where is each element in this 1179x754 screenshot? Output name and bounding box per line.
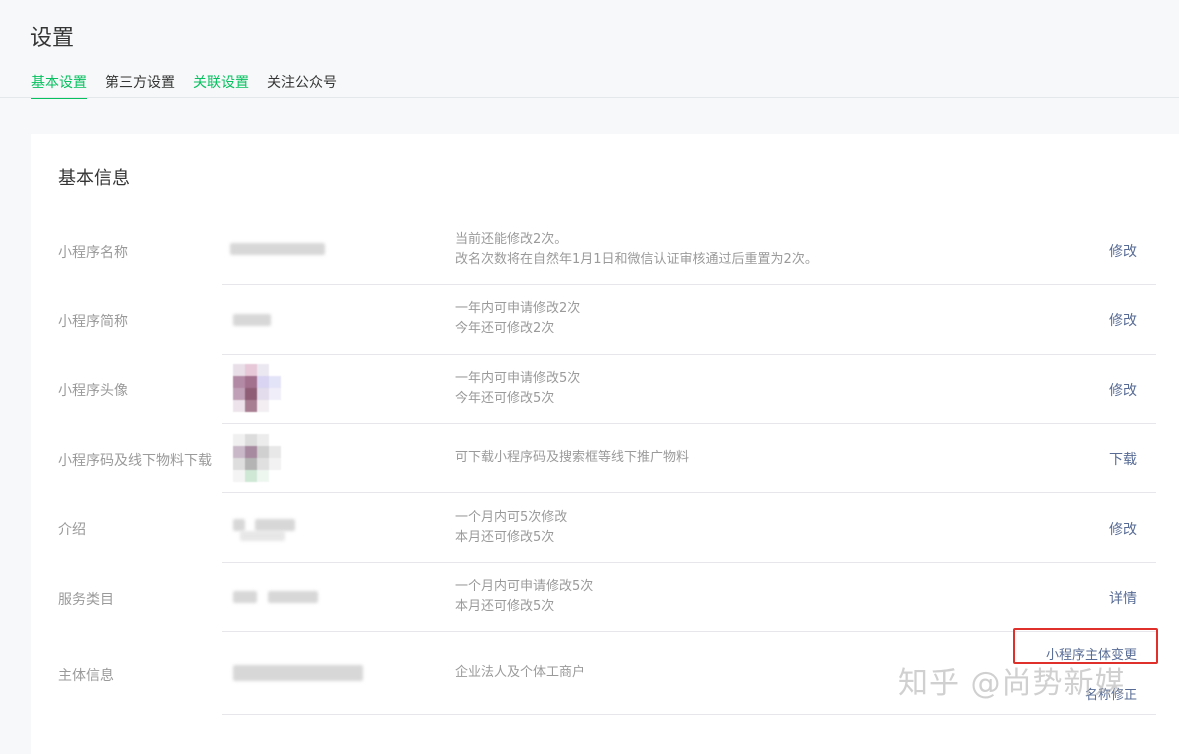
redacted-entity-value (233, 665, 363, 681)
redacted-intro-value (233, 519, 245, 531)
row-divider (222, 492, 1156, 493)
edit-short-name-link[interactable]: 修改 (1109, 310, 1137, 330)
row-label-name: 小程序名称 (58, 245, 128, 261)
edit-name-link[interactable]: 修改 (1109, 241, 1137, 261)
tab-follow-official-account[interactable]: 关注公众号 (267, 72, 337, 97)
tab-basic-settings[interactable]: 基本设置 (31, 72, 87, 99)
redacted-category-value (268, 591, 318, 603)
watermark: 知乎 @尚势新媒 (898, 666, 1126, 701)
row-divider (222, 423, 1156, 424)
row-desc-name: 当前还能修改2次。 改名次数将在自然年1月1日和微信认证审核通过后重置为2次。 (455, 232, 818, 267)
card-title: 基本信息 (58, 168, 130, 189)
row-desc-service-category: 一个月内可申请修改5次 本月还可修改5次 (455, 579, 594, 614)
row-desc-qrcode: 可下载小程序码及搜索框等线下推广物料 (455, 450, 690, 465)
tab-linked-settings[interactable]: 关联设置 (193, 72, 249, 97)
redacted-name-value (230, 243, 325, 255)
redacted-category-value (233, 591, 257, 603)
avatar-image-redacted (233, 364, 281, 412)
page-title: 设置 (30, 26, 75, 51)
redacted-intro-value (255, 519, 295, 531)
row-desc-entity-info: 企业法人及个体工商户 (455, 665, 586, 680)
row-divider (222, 354, 1156, 355)
row-desc-intro: 一个月内可5次修改 本月还可修改5次 (455, 510, 568, 545)
qrcode-image-redacted (233, 434, 281, 482)
tabs-divider (0, 97, 1179, 98)
row-divider (222, 562, 1156, 563)
download-qrcode-link[interactable]: 下载 (1109, 449, 1137, 469)
row-label-qrcode: 小程序码及线下物料下载 (58, 453, 212, 469)
redacted-intro-value (240, 531, 285, 541)
row-label-intro: 介绍 (58, 522, 86, 538)
row-label-avatar: 小程序头像 (58, 383, 128, 399)
row-divider (222, 714, 1156, 715)
row-divider (222, 284, 1156, 285)
edit-intro-link[interactable]: 修改 (1109, 519, 1137, 539)
row-label-short-name: 小程序简称 (58, 314, 128, 330)
tab-third-party-settings[interactable]: 第三方设置 (105, 72, 175, 97)
row-label-entity-info: 主体信息 (58, 668, 114, 684)
category-details-link[interactable]: 详情 (1109, 588, 1137, 608)
row-desc-avatar: 一年内可申请修改5次 今年还可修改5次 (455, 371, 581, 406)
settings-tabs: 基本设置 第三方设置 关联设置 关注公众号 (31, 72, 337, 99)
edit-avatar-link[interactable]: 修改 (1109, 380, 1137, 400)
row-label-service-category: 服务类目 (58, 592, 114, 608)
redacted-short-name-value (233, 314, 271, 326)
row-desc-short-name: 一年内可申请修改2次 今年还可修改2次 (455, 301, 581, 336)
